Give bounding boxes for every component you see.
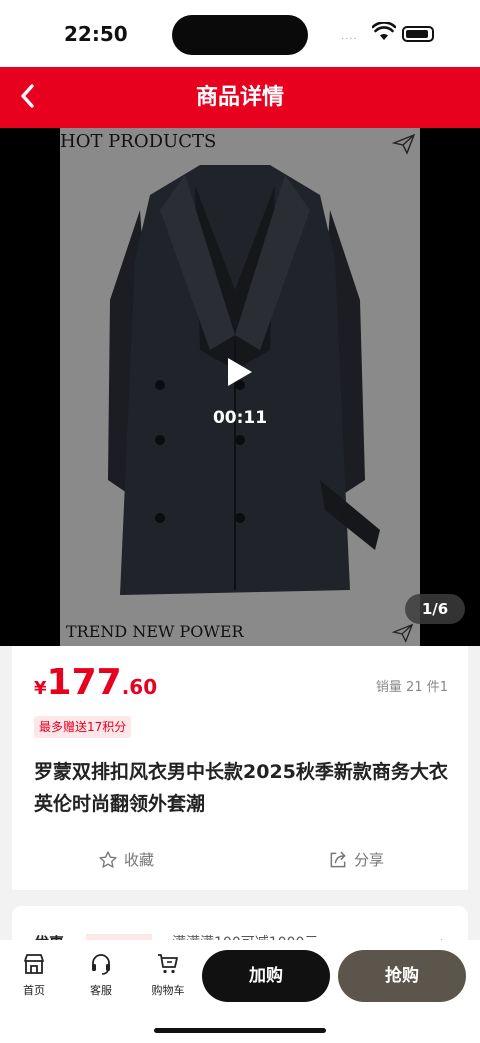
wifi-icon bbox=[372, 22, 396, 40]
signal-icon: .... bbox=[341, 31, 358, 42]
sales-count: 销量 21 件1 bbox=[375, 680, 448, 695]
banner-top-text: HOT PRODUCTS bbox=[60, 131, 217, 152]
share-button[interactable]: 分享 bbox=[328, 849, 384, 870]
product-info-card: ¥177.60 销量 21 件1 最多赠送17积分 罗蒙双排扣风衣男中长款202… bbox=[12, 646, 468, 890]
battery-icon bbox=[402, 26, 434, 42]
share-label: 分享 bbox=[354, 851, 385, 869]
price: ¥177.60 bbox=[34, 662, 157, 703]
add-to-cart-button[interactable]: 加购 bbox=[202, 950, 330, 1002]
buy-now-button[interactable]: 抢购 bbox=[338, 950, 466, 1002]
tab-cart-label: 购物车 bbox=[151, 984, 185, 997]
status-time: 22:50 bbox=[64, 22, 128, 46]
price-integer: 177 bbox=[46, 662, 122, 703]
share-icon bbox=[330, 851, 346, 867]
price-decimal: .60 bbox=[121, 675, 158, 699]
headset-icon bbox=[92, 954, 110, 975]
banner-bottom-text: TREND NEW POWER bbox=[66, 622, 244, 641]
page-title: 商品详情 bbox=[195, 85, 284, 110]
tab-cart[interactable]: 购物车 bbox=[143, 952, 193, 998]
tab-home[interactable]: 首页 bbox=[9, 952, 59, 998]
paper-plane-icon bbox=[392, 623, 414, 643]
tab-customer-service[interactable]: 客服 bbox=[76, 952, 126, 998]
favorite-label: 收藏 bbox=[124, 851, 155, 869]
video-duration: 00:11 bbox=[212, 408, 268, 428]
tab-home-label: 首页 bbox=[23, 984, 45, 997]
star-icon bbox=[99, 850, 117, 868]
play-icon[interactable] bbox=[226, 356, 254, 388]
image-counter: 1/6 bbox=[405, 594, 465, 624]
dynamic-island bbox=[172, 15, 308, 55]
navigation-bar: 商品详情 bbox=[0, 67, 480, 128]
bottom-action-bar: 首页 客服 购物车 加购 抢购 bbox=[0, 940, 480, 1043]
price-symbol: ¥ bbox=[34, 678, 47, 699]
home-indicator bbox=[154, 1028, 326, 1033]
cart-icon bbox=[158, 954, 178, 974]
coat-illustration bbox=[108, 165, 380, 595]
product-title: 罗蒙双排扣风衣男中长款2025秋季新款商务大衣英伦时尚翻领外套潮 bbox=[34, 761, 448, 815]
points-badge: 最多赠送17积分 bbox=[34, 716, 132, 738]
shop-icon bbox=[24, 954, 44, 974]
status-bar: 22:50 .... bbox=[0, 0, 480, 67]
product-video[interactable]: HOT PRODUCTS TREND NEW POWER 00:11 1/6 bbox=[0, 128, 480, 646]
favorite-button[interactable]: 收藏 bbox=[98, 849, 154, 870]
paper-plane-icon bbox=[392, 133, 416, 155]
tab-service-label: 客服 bbox=[90, 984, 112, 997]
